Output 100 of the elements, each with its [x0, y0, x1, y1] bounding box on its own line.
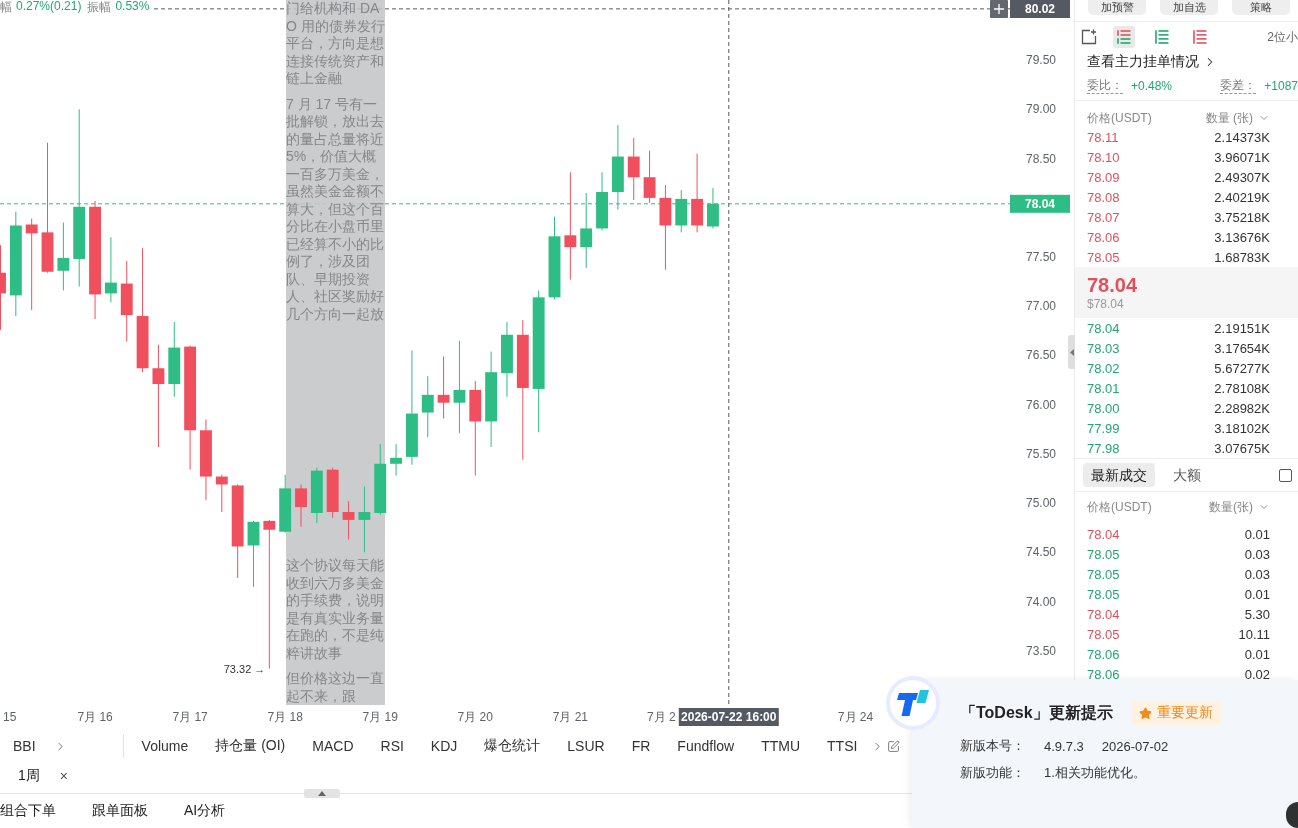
- indicator-tab[interactable]: Volume: [141, 738, 189, 754]
- candle: [295, 483, 307, 528]
- view-mode-button[interactable]: [1113, 26, 1135, 48]
- add-widget-icon[interactable]: [1081, 29, 1097, 45]
- info-value: 0.53%: [115, 0, 150, 15]
- trade-amount: 0.01: [1244, 586, 1270, 602]
- ask-price: 78.05: [1087, 249, 1120, 265]
- trade-price: 78.04: [1087, 606, 1120, 622]
- indicator-tab[interactable]: FR: [631, 738, 651, 754]
- checkbox[interactable]: [1279, 468, 1292, 482]
- price-axis-label: 74.00: [1026, 594, 1056, 609]
- indicator-tab[interactable]: TTMU: [761, 738, 801, 754]
- bid-price: 78.03: [1087, 340, 1120, 356]
- version-label: 新版本号：: [960, 737, 1026, 755]
- trade-price: 78.04: [1087, 526, 1120, 542]
- indicator-tab[interactable]: LSUR: [567, 738, 605, 754]
- expand-handle[interactable]: [304, 789, 340, 798]
- column-header: 价格(USDT): [1087, 498, 1152, 516]
- trade-price: 78.06: [1087, 666, 1120, 682]
- trade-price: 78.05: [1087, 546, 1120, 562]
- order-book-link[interactable]: 查看主力挂单情况: [1087, 53, 1217, 71]
- indicator-tab[interactable]: Fundflow: [677, 738, 735, 754]
- trade-amount: 5.30: [1244, 606, 1270, 622]
- ask-amount: 3.13676K: [1214, 229, 1270, 245]
- trade-tab[interactable]: 最新成交: [1083, 463, 1155, 487]
- star-icon: [1138, 706, 1152, 720]
- price-axis-label: 75.00: [1026, 496, 1056, 511]
- plus-icon[interactable]: [990, 0, 1008, 18]
- candle: [104, 236, 117, 303]
- price-axis-label: 74.50: [1026, 545, 1056, 560]
- period-tab[interactable]: 1周: [18, 767, 40, 785]
- ask-price: 78.08: [1087, 189, 1120, 205]
- indicator-tab[interactable]: 爆仓统计: [484, 737, 541, 755]
- price-axis-label: 76.50: [1026, 348, 1056, 363]
- low-price-annotation: 73.32 →: [223, 662, 266, 675]
- trade-tab[interactable]: 大额: [1165, 463, 1209, 487]
- note-paragraph: 但价格这边一直起不来，跟: [286, 670, 385, 705]
- indicator-tab[interactable]: 持仓量 (OI): [215, 737, 286, 755]
- bid-amount: 2.19151K: [1214, 320, 1270, 336]
- action-button[interactable]: 加自选: [1160, 0, 1218, 15]
- close-button[interactable]: ×: [59, 768, 68, 784]
- indicator-tab[interactable]: RSI: [380, 738, 404, 754]
- indicator-tab[interactable]: KDJ: [430, 738, 458, 754]
- bid-amount: 2.28982K: [1214, 400, 1270, 416]
- ask-price: 78.07: [1087, 209, 1120, 225]
- trade-amount: 0.03: [1244, 546, 1270, 562]
- ask-amount: 2.40219K: [1214, 189, 1270, 205]
- time-axis-label: 7月 2: [647, 710, 676, 724]
- collapse-handle[interactable]: [1068, 335, 1075, 369]
- ask-price: 78.09: [1087, 169, 1120, 185]
- time-axis-label: 7月 19: [362, 710, 398, 724]
- indicator-tab[interactable]: TTSI: [827, 738, 858, 754]
- price-tag: 78.04: [1010, 194, 1070, 213]
- trade-price: 78.05: [1087, 586, 1120, 602]
- candle: [390, 443, 402, 477]
- bottom-tab[interactable]: 组合下单: [0, 802, 56, 820]
- time-axis-label: 7月 17: [172, 710, 208, 724]
- candle: [707, 187, 719, 229]
- candle: [247, 520, 260, 588]
- action-button[interactable]: 加预警: [1088, 0, 1146, 15]
- candle: [215, 474, 228, 513]
- ask-amount: 2.49307K: [1214, 169, 1270, 185]
- bid-price: 78.01: [1087, 380, 1120, 396]
- ask-amount: 3.96071K: [1214, 149, 1270, 165]
- time-axis-label: 7月 21: [552, 710, 589, 724]
- column-header: 价格(USDT): [1087, 109, 1152, 127]
- column-header: 数量(张): [1209, 498, 1253, 516]
- candle: [627, 137, 640, 201]
- bid-price: 78.04: [1087, 320, 1120, 336]
- list-icon: [1154, 29, 1170, 45]
- bid-amount: 3.17654K: [1214, 340, 1270, 356]
- bid-amount: 3.07675K: [1214, 440, 1270, 456]
- caret-up-icon: [318, 791, 326, 796]
- version-value: 4.9.7.3: [1044, 738, 1084, 754]
- candle: [57, 222, 70, 291]
- bid-amount: 3.18102K: [1214, 420, 1270, 436]
- list-icon: [1192, 29, 1208, 45]
- price-axis-label: 77.50: [1026, 250, 1056, 264]
- bottom-tab[interactable]: AI分析: [184, 802, 226, 820]
- indicator-tab[interactable]: MACD: [312, 738, 354, 754]
- edit-icon[interactable]: [887, 739, 901, 753]
- ask-price: 78.06: [1087, 229, 1120, 245]
- price-axis-label: 79.50: [1026, 53, 1056, 68]
- trade-price: 78.05: [1087, 566, 1120, 582]
- trade-price: 78.06: [1087, 646, 1120, 662]
- decimals-dropdown[interactable]: 2位小: [1267, 28, 1298, 46]
- candle: [675, 189, 688, 233]
- popup-title: 「ToDesk」更新提示: [960, 702, 1113, 723]
- ratio-value: +0.48%: [1131, 79, 1173, 93]
- trade-amount: 0.02: [1244, 666, 1270, 682]
- importance-label: 重要更新: [1156, 704, 1213, 722]
- action-button[interactable]: 策略: [1232, 0, 1290, 15]
- trade-amount: 0.01: [1244, 526, 1270, 542]
- bid-amount: 5.67277K: [1214, 360, 1270, 376]
- candle: [421, 375, 434, 438]
- ask-amount: 2.14373K: [1214, 129, 1270, 145]
- price-axis-label: 79.00: [1026, 102, 1056, 117]
- bottom-tab[interactable]: 跟单面板: [92, 802, 148, 820]
- ref-line-label: 80.02: [1024, 2, 1056, 16]
- indicator-tab[interactable]: BBI: [13, 738, 36, 754]
